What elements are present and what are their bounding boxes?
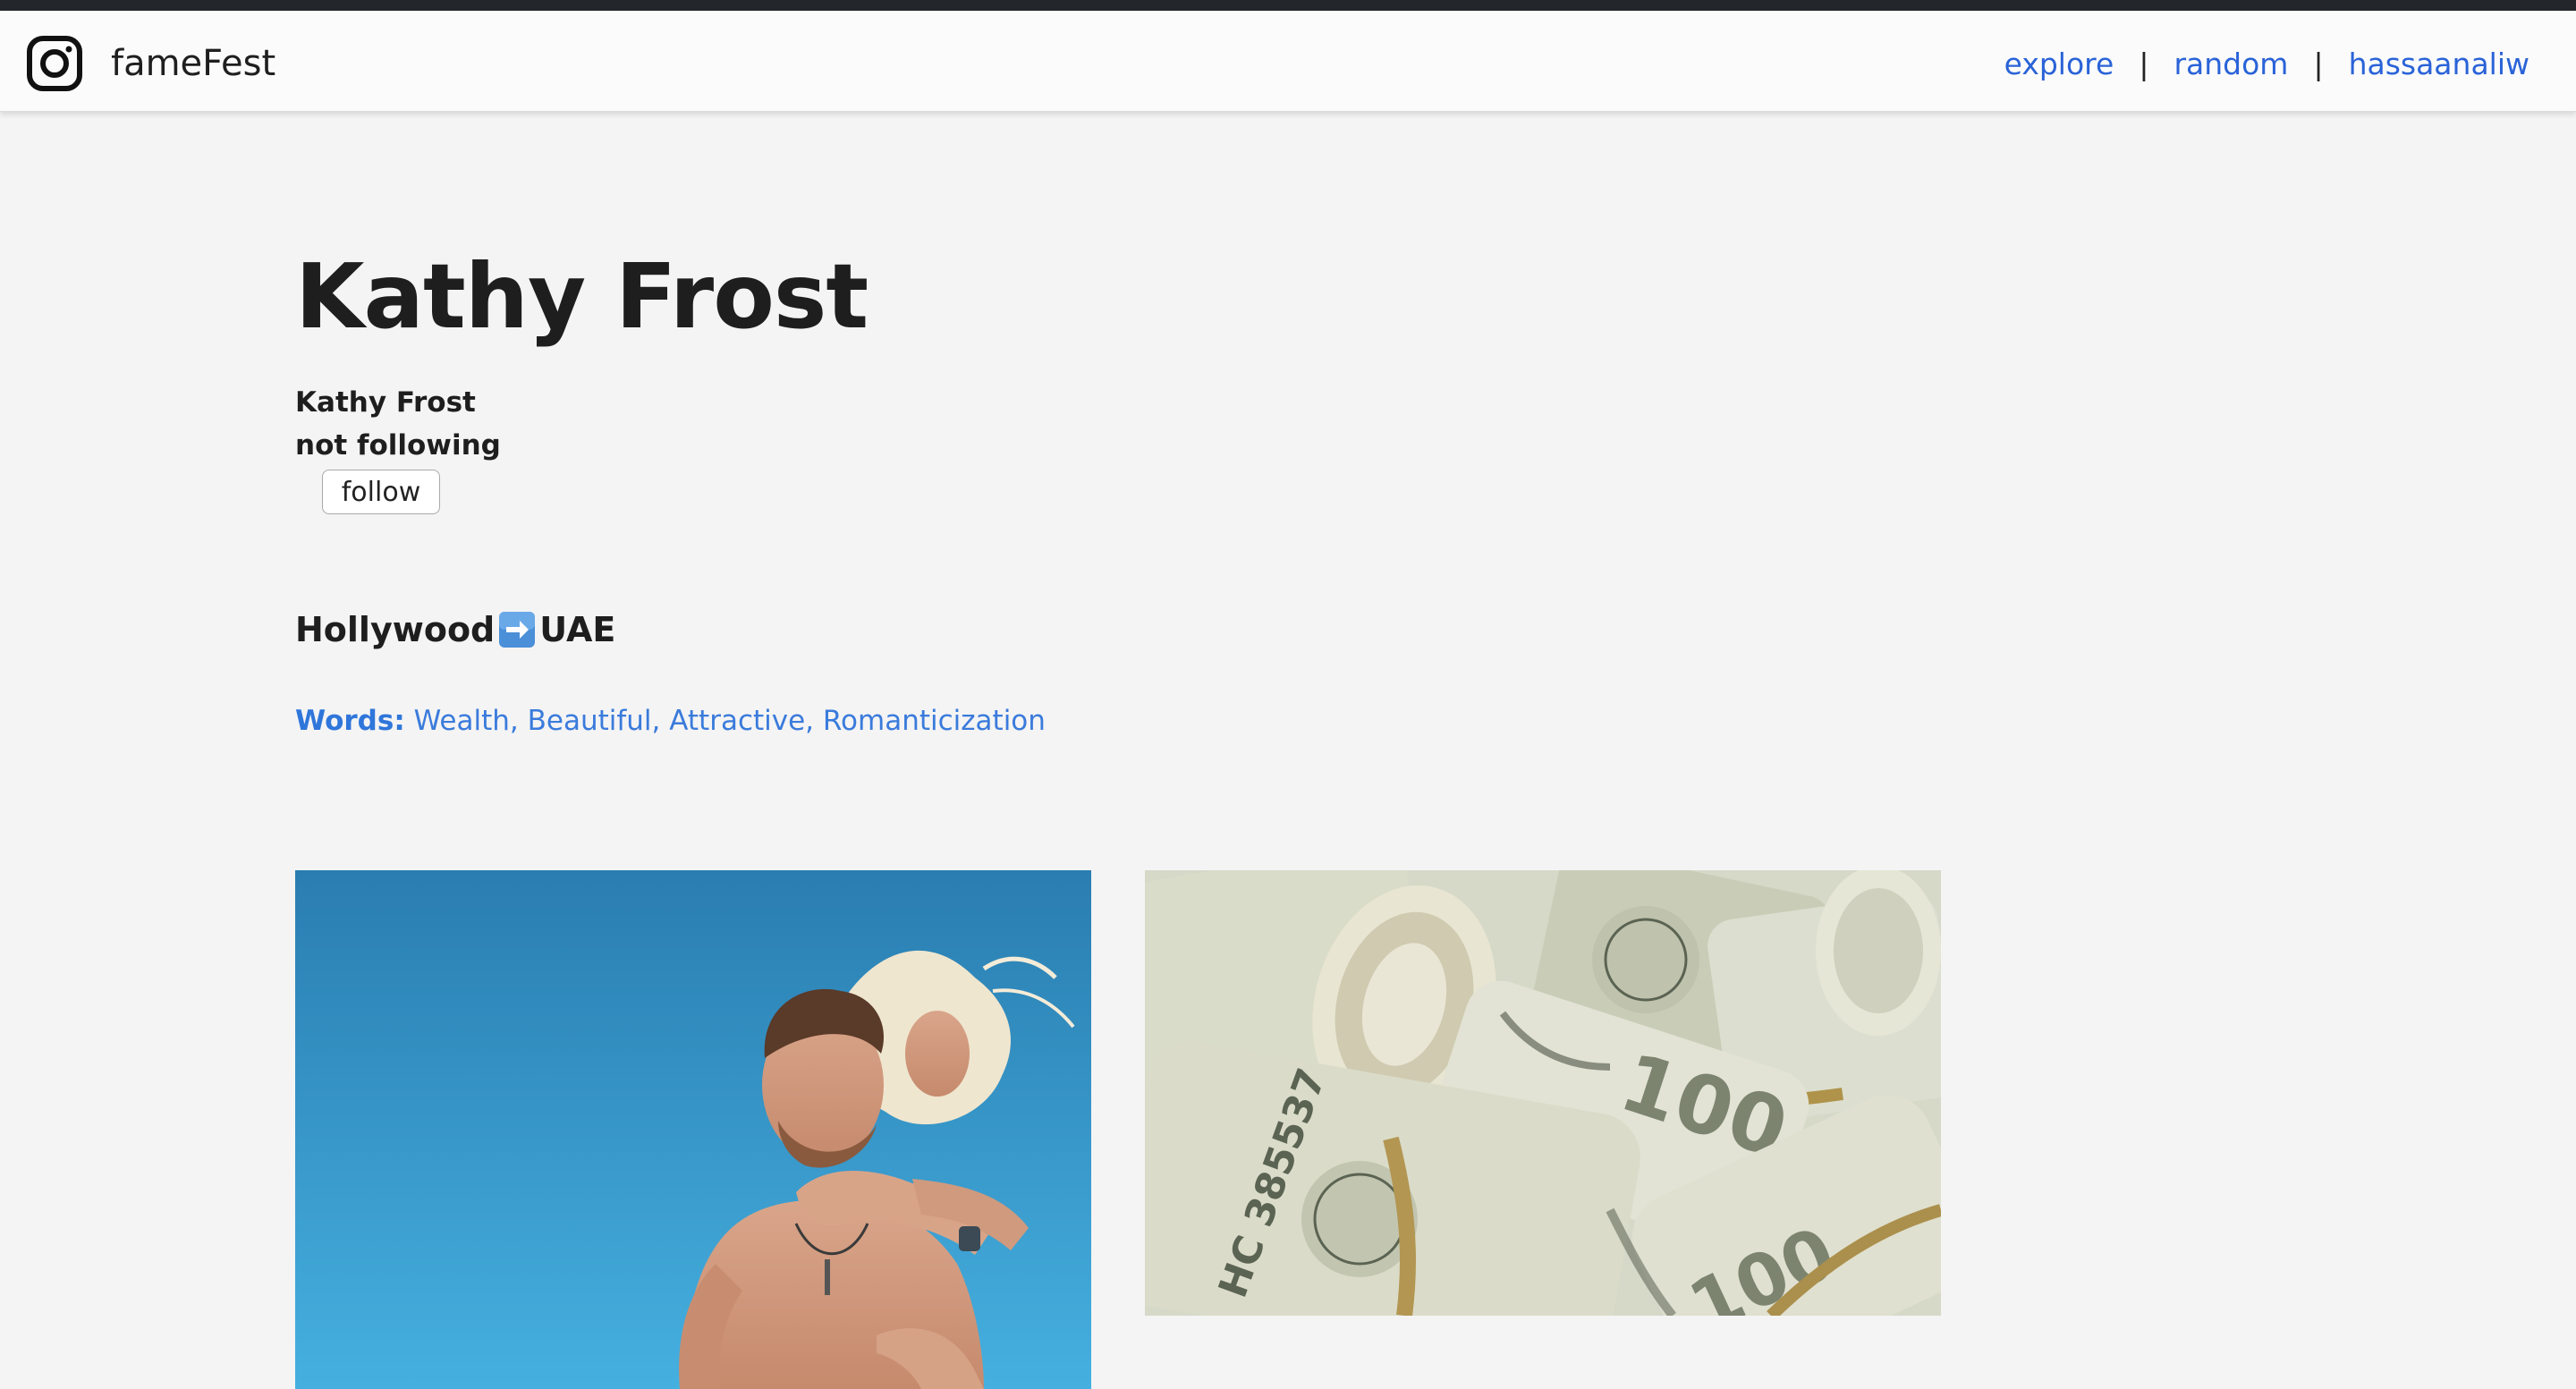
right-arrow-emoji-icon	[499, 612, 536, 648]
post-photo-money[interactable]: 100 HC 385537 100	[1145, 870, 1941, 1316]
instagram-camera-icon	[27, 36, 82, 91]
brand-name: fameFest	[111, 43, 276, 84]
top-navbar: fameFest explore | random | hassaanaliw	[0, 11, 2576, 112]
follow-button[interactable]: follow	[322, 470, 440, 514]
nav-link-random[interactable]: random	[2174, 45, 2288, 84]
browser-top-bar	[0, 0, 2576, 11]
words-line: Words: Wealth, Beautiful, Attractive, Ro…	[295, 701, 1046, 741]
page-title: Kathy Frost	[295, 244, 869, 349]
couple-photo-image	[295, 870, 1091, 1389]
bio-suffix: UAE	[539, 610, 616, 649]
words-list: Wealth, Beautiful, Attractive, Romantici…	[413, 705, 1046, 737]
profile-bio: Hollywood UAE	[295, 605, 615, 655]
nav-separator: |	[2313, 47, 2324, 81]
nav-link-user-profile[interactable]: hassaanaliw	[2349, 45, 2529, 84]
words-label: Words:	[295, 705, 405, 737]
brand-home-link[interactable]: fameFest	[25, 34, 275, 93]
bio-prefix: Hollywood	[295, 610, 496, 649]
money-rolls-photo-image: 100 HC 385537 100	[1145, 870, 1941, 1316]
nav-link-explore[interactable]: explore	[2004, 45, 2114, 84]
profile-name: Kathy Frost	[295, 386, 476, 419]
follow-status: not following	[295, 429, 501, 462]
post-photo-couple[interactable]	[295, 870, 1091, 1389]
nav-separator: |	[2139, 47, 2149, 81]
nav-links: explore | random | hassaanaliw	[2004, 45, 2529, 84]
